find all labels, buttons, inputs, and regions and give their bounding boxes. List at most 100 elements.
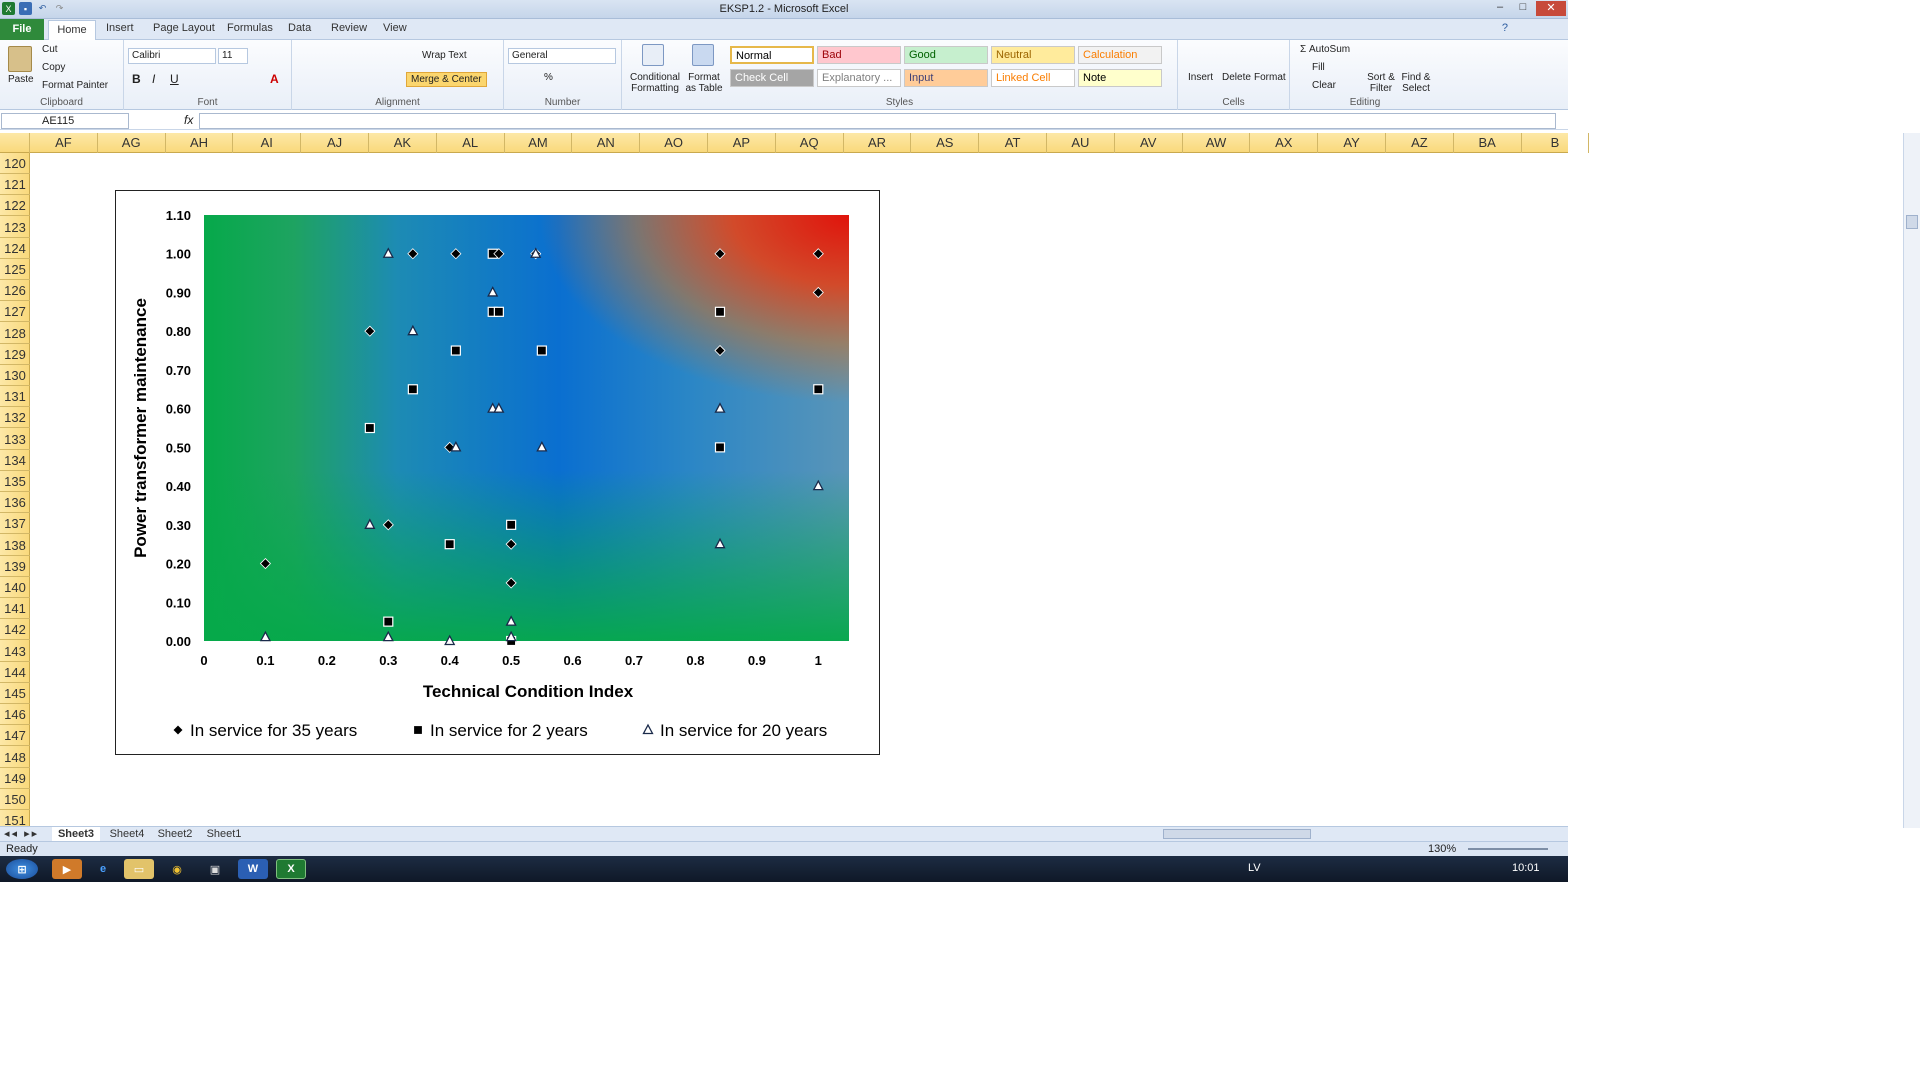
vertical-scrollbar[interactable] xyxy=(1903,133,1920,828)
maximize-icon[interactable]: □ xyxy=(1513,1,1533,16)
row-header[interactable]: 128 xyxy=(0,323,30,344)
row-header[interactable]: 140 xyxy=(0,577,30,598)
minimize-icon[interactable]: – xyxy=(1490,1,1510,16)
row-header[interactable]: 122 xyxy=(0,195,30,217)
tab-insert[interactable]: Insert xyxy=(106,22,134,34)
merge-center-button[interactable]: Merge & Center xyxy=(406,72,487,87)
autosum-button[interactable]: Σ AutoSum xyxy=(1300,44,1350,55)
column-header[interactable]: AZ xyxy=(1386,133,1454,153)
column-header[interactable]: AV xyxy=(1115,133,1183,153)
column-header[interactable]: AG xyxy=(98,133,166,153)
column-header[interactable]: AW xyxy=(1183,133,1251,153)
row-header[interactable]: 146 xyxy=(0,704,30,726)
row-header[interactable]: 125 xyxy=(0,259,30,280)
column-header[interactable]: AK xyxy=(369,133,437,153)
sort-filter-button[interactable]: Sort & Filter xyxy=(1364,72,1398,94)
row-header[interactable]: 150 xyxy=(0,789,30,810)
column-header[interactable]: AM xyxy=(505,133,573,153)
row-header[interactable]: 124 xyxy=(0,238,30,259)
column-header[interactable]: AT xyxy=(979,133,1047,153)
column-header[interactable]: AU xyxy=(1047,133,1115,153)
underline-button[interactable]: U xyxy=(170,72,179,86)
row-header[interactable]: 132 xyxy=(0,407,30,429)
column-header[interactable]: BA xyxy=(1454,133,1522,153)
column-header[interactable]: AR xyxy=(844,133,912,153)
cell-style-note[interactable]: Note xyxy=(1078,69,1162,87)
row-header[interactable]: 143 xyxy=(0,641,30,662)
cell-style-calculation[interactable]: Calculation xyxy=(1078,46,1162,64)
row-header[interactable]: 144 xyxy=(0,662,30,683)
cell-style-input[interactable]: Input xyxy=(904,69,988,87)
scroll-thumb[interactable] xyxy=(1906,215,1918,229)
copy-button[interactable]: Copy xyxy=(42,62,65,73)
chrome-icon[interactable]: ◉ xyxy=(162,859,192,879)
column-header[interactable]: AF xyxy=(30,133,98,153)
format-table-icon[interactable] xyxy=(692,44,714,66)
sheet-tab[interactable]: Sheet2 xyxy=(152,827,198,841)
cell-style-bad[interactable]: Bad xyxy=(817,46,901,64)
column-header[interactable]: AX xyxy=(1250,133,1319,153)
cell-style-check-cell[interactable]: Check Cell xyxy=(730,69,814,87)
zoom-slider[interactable] xyxy=(1468,848,1548,850)
row-header[interactable]: 127 xyxy=(0,301,30,323)
row-header[interactable]: 148 xyxy=(0,747,30,768)
column-header[interactable]: B xyxy=(1522,133,1590,153)
tab-view[interactable]: View xyxy=(383,22,407,34)
number-format-select[interactable]: General xyxy=(508,48,616,64)
conditional-formatting-icon[interactable] xyxy=(642,44,664,66)
tab-review[interactable]: Review xyxy=(331,22,367,34)
sheet-tab[interactable]: Sheet1 xyxy=(201,827,247,841)
row-header[interactable]: 139 xyxy=(0,556,30,577)
start-button-icon[interactable]: ⊞ xyxy=(6,859,38,879)
clear-button[interactable]: Clear xyxy=(1312,80,1336,91)
column-header[interactable]: AN xyxy=(572,133,641,153)
bold-button[interactable]: B xyxy=(132,72,141,86)
select-all-corner[interactable] xyxy=(0,133,30,153)
clock[interactable]: 10:01 xyxy=(1512,862,1540,874)
horizontal-scroll-thumb[interactable] xyxy=(1163,829,1311,839)
column-header[interactable]: AY xyxy=(1318,133,1386,153)
tab-home[interactable]: Home xyxy=(48,20,96,41)
internet-explorer-icon[interactable]: e xyxy=(88,859,118,879)
paste-icon[interactable] xyxy=(8,46,32,72)
row-header[interactable]: 133 xyxy=(0,429,30,450)
name-box[interactable]: AE115 xyxy=(1,113,129,129)
wrap-text-button[interactable]: Wrap Text xyxy=(422,50,467,61)
row-header[interactable]: 138 xyxy=(0,535,30,556)
sheet-tab[interactable]: Sheet4 xyxy=(104,827,150,841)
media-player-icon[interactable]: ▶ xyxy=(52,859,82,879)
column-header[interactable]: AP xyxy=(708,133,776,153)
chart[interactable]: 0.00 0.10 0.20 0.30 0.40 0.50 0.60 0.70 0.80 0.90… xyxy=(115,190,880,755)
row-header[interactable]: 130 xyxy=(0,365,30,386)
font-color-icon[interactable]: A xyxy=(270,72,279,86)
row-header[interactable]: 142 xyxy=(0,619,30,641)
sheet-tab[interactable]: Sheet3 xyxy=(52,827,100,841)
italic-button[interactable]: I xyxy=(152,72,155,86)
paste-button[interactable]: Paste xyxy=(8,74,34,85)
excel-taskbar-icon[interactable]: X xyxy=(276,859,306,879)
tab-data[interactable]: Data xyxy=(288,22,311,34)
font-name-select[interactable]: Calibri xyxy=(128,48,216,64)
folder-icon[interactable]: ▭ xyxy=(124,859,154,879)
row-header[interactable]: 137 xyxy=(0,513,30,535)
cut-button[interactable]: Cut xyxy=(42,44,58,55)
row-header[interactable]: 149 xyxy=(0,768,30,789)
cell-style-explanatory[interactable]: Explanatory ... xyxy=(817,69,901,87)
row-header[interactable]: 134 xyxy=(0,450,30,471)
tab-page-layout[interactable]: Page Layout xyxy=(153,22,215,34)
fx-icon[interactable]: fx xyxy=(184,113,193,127)
row-header[interactable]: 135 xyxy=(0,471,30,492)
format-painter-button[interactable]: Format Painter xyxy=(42,80,108,91)
row-header[interactable]: 126 xyxy=(0,280,30,302)
fill-button[interactable]: Fill xyxy=(1312,62,1325,73)
window-icon[interactable]: ▣ xyxy=(200,859,230,879)
cell-style-neutral[interactable]: Neutral xyxy=(991,46,1075,64)
column-header[interactable]: AS xyxy=(911,133,980,153)
help-icon[interactable]: ? xyxy=(1502,22,1508,34)
row-header[interactable]: 145 xyxy=(0,683,30,704)
row-header[interactable]: 129 xyxy=(0,344,30,365)
percent-button[interactable]: % xyxy=(544,72,553,83)
conditional-formatting-button[interactable]: Conditional Formatting xyxy=(628,72,682,94)
row-header[interactable]: 121 xyxy=(0,174,30,196)
insert-cells-button[interactable]: Insert xyxy=(1188,72,1213,83)
